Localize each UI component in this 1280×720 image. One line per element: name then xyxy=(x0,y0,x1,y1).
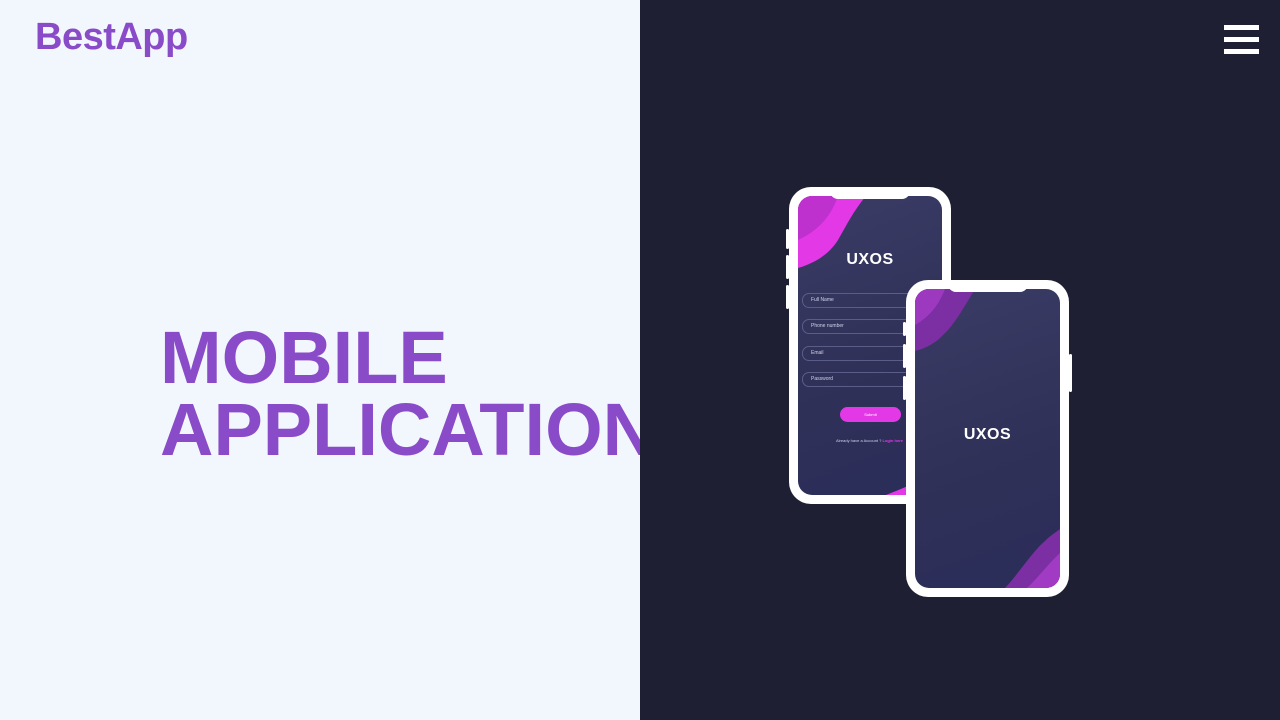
left-panel: BestApp MOBILE APPLICATION xyxy=(0,0,656,720)
phone-side-button xyxy=(786,285,789,309)
hero-title-line-2: APPLICATION xyxy=(160,388,657,471)
phone-mockup-splash: UXOS xyxy=(903,280,1072,597)
login-link: Login here xyxy=(882,438,903,443)
phone-notch xyxy=(830,187,910,199)
phone-side-button xyxy=(1069,354,1072,392)
phone-side-button xyxy=(903,344,906,368)
phone-side-button xyxy=(786,229,789,249)
account-text: Already have a Account ? Login here xyxy=(836,438,903,443)
hero-title: MOBILE APPLICATION xyxy=(160,316,657,471)
hamburger-menu-icon[interactable] xyxy=(1224,25,1259,54)
phone-side-button xyxy=(903,376,906,400)
menu-bar xyxy=(1224,49,1259,54)
brand-title: UXOS xyxy=(963,426,1012,443)
phone-side-button xyxy=(903,322,906,336)
phone-side-button xyxy=(786,255,789,279)
account-question: Already have a Account ? xyxy=(836,438,882,443)
logo[interactable]: BestApp xyxy=(35,16,188,59)
phone-mockup-image: UXOS Full Name Phone number Email Passwo… xyxy=(780,180,1080,605)
menu-bar xyxy=(1224,25,1259,30)
brand-title: UXOS xyxy=(846,251,894,268)
menu-bar xyxy=(1224,37,1259,42)
hero-title-line-1: MOBILE xyxy=(160,316,448,399)
submit-button: Submit xyxy=(840,407,901,422)
phone-screen: UXOS xyxy=(915,289,1060,588)
phone-notch xyxy=(947,280,1028,292)
